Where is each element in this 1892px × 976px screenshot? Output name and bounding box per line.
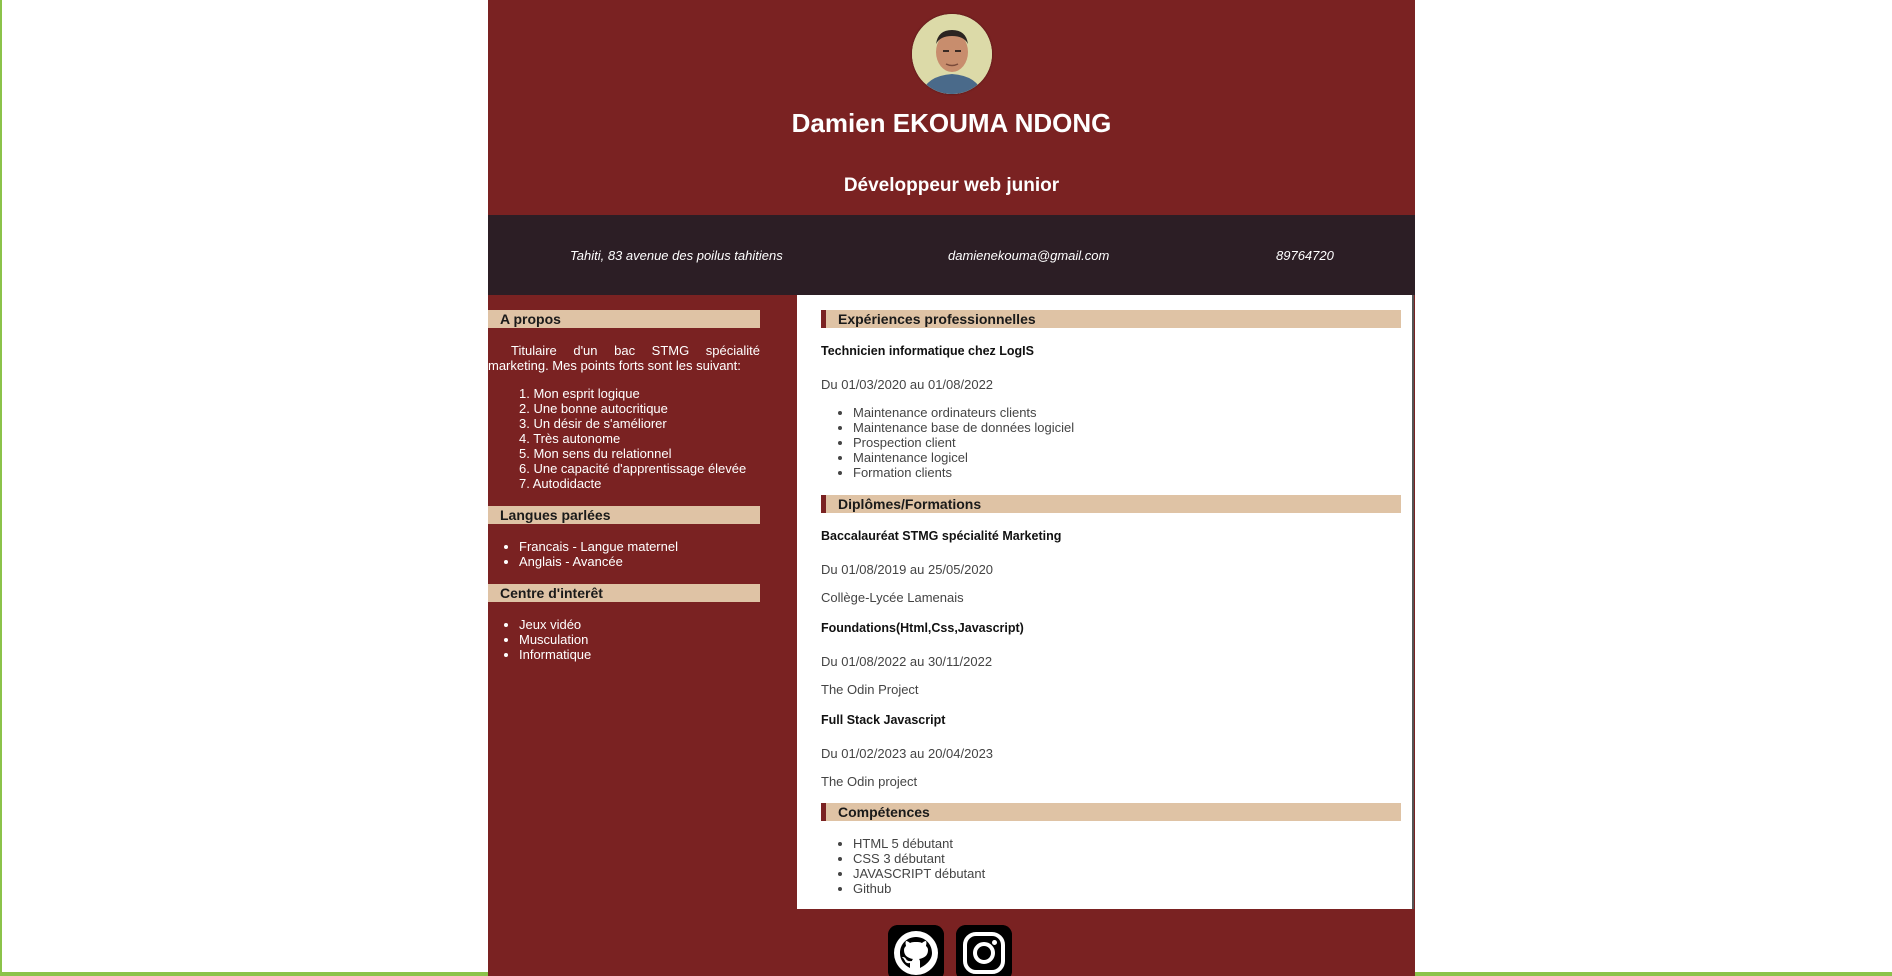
job-tasks-list: Maintenance ordinateurs clients Maintena… bbox=[853, 405, 1074, 480]
instagram-link[interactable] bbox=[956, 925, 1012, 976]
education-heading: Diplômes/Formations bbox=[821, 495, 1401, 513]
cv-header: Damien EKOUMA NDONG Développeur web juni… bbox=[488, 0, 1415, 215]
page-border-left bbox=[0, 0, 2, 976]
strength-item: 3. Un désir de s'améliorer bbox=[519, 416, 667, 431]
instagram-icon bbox=[956, 925, 1012, 976]
education-school: The Odin project bbox=[821, 774, 918, 789]
strength-item: 5. Mon sens du relationnel bbox=[519, 446, 672, 461]
education-dates: Du 01/08/2022 au 30/11/2022 bbox=[821, 654, 993, 669]
person-name: Damien EKOUMA NDONG bbox=[791, 108, 1112, 138]
strength-item: 1. Mon esprit logique bbox=[519, 386, 640, 401]
interest-item: Musculation bbox=[519, 632, 591, 647]
skill-item: Github bbox=[853, 881, 985, 896]
education-title: Foundations(Html,Css,Javascript) bbox=[821, 621, 1024, 635]
strength-item: 2. Une bonne autocritique bbox=[519, 401, 668, 416]
contact-email: damienekouma@gmail.com bbox=[948, 248, 1110, 263]
skill-item: CSS 3 débutant bbox=[853, 851, 985, 866]
interests-heading: Centre d'interêt bbox=[488, 584, 760, 602]
contact-bar: Tahiti, 83 avenue des poilus tahitiens d… bbox=[488, 215, 1415, 295]
job-title: Technicien informatique chez LogIS bbox=[821, 344, 1034, 358]
job-role: Développeur web junior bbox=[843, 175, 1060, 196]
education-dates: Du 01/02/2023 au 20/04/2023 bbox=[821, 746, 994, 761]
contact-phone: 89764720 bbox=[1276, 248, 1334, 263]
job-dates: Du 01/03/2020 au 01/08/2022 bbox=[821, 377, 994, 392]
education-school: The Odin Project bbox=[821, 682, 919, 697]
skills-heading: Compétences bbox=[821, 803, 1401, 821]
github-icon bbox=[888, 925, 944, 976]
education-school: Collège-Lycée Lamenais bbox=[821, 590, 964, 605]
github-link[interactable] bbox=[888, 925, 944, 976]
skill-item: HTML 5 débutant bbox=[853, 836, 985, 851]
language-item: Francais - Langue maternel bbox=[519, 539, 678, 554]
avatar bbox=[912, 14, 992, 94]
languages-heading: Langues parlées bbox=[488, 506, 760, 524]
job-task-item: Maintenance base de données logiciel bbox=[853, 420, 1074, 435]
language-item: Anglais - Avancée bbox=[519, 554, 678, 569]
cv-container: Damien EKOUMA NDONG Développeur web juni… bbox=[488, 0, 1415, 976]
interest-item: Informatique bbox=[519, 647, 591, 662]
interests-list: Jeux vidéo Musculation Informatique bbox=[519, 617, 591, 662]
education-title: Full Stack Javascript bbox=[821, 713, 946, 727]
job-task-item: Prospection client bbox=[853, 435, 1074, 450]
strengths-list: 1. Mon esprit logique 2. Une bonne autoc… bbox=[519, 386, 746, 491]
experience-heading: Expériences professionnelles bbox=[821, 310, 1401, 328]
skill-item: JAVASCRIPT débutant bbox=[853, 866, 985, 881]
job-task-item: Maintenance ordinateurs clients bbox=[853, 405, 1074, 420]
job-task-item: Maintenance logicel bbox=[853, 450, 1074, 465]
languages-list: Francais - Langue maternel Anglais - Ava… bbox=[519, 539, 678, 569]
strength-item: 6. Une capacité d'apprentissage élevée bbox=[519, 461, 747, 476]
about-heading: A propos bbox=[488, 310, 760, 328]
about-text: Titulaire d'un bac STMG spécialité marke… bbox=[488, 343, 760, 373]
education-dates: Du 01/08/2019 au 25/05/2020 bbox=[821, 562, 994, 577]
profile-photo bbox=[912, 14, 992, 94]
education-title: Baccalauréat STMG spécialité Marketing bbox=[821, 529, 1062, 543]
interest-item: Jeux vidéo bbox=[519, 617, 591, 632]
main-content: Expériences professionnelles Technicien … bbox=[797, 295, 1414, 909]
strength-item: 4. Très autonome bbox=[519, 431, 621, 446]
skills-list: HTML 5 débutant CSS 3 débutant JAVASCRIP… bbox=[853, 836, 985, 896]
strength-item: 7. Autodidacte bbox=[519, 476, 602, 491]
job-task-item: Formation clients bbox=[853, 465, 1074, 480]
contact-address: Tahiti, 83 avenue des poilus tahitiens bbox=[570, 248, 783, 263]
